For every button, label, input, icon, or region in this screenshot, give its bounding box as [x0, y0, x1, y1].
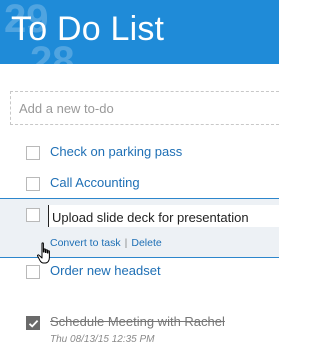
todo-item-completed[interactable]: Schedule Meeting with Rachel Thu 08/13/1…: [0, 312, 279, 350]
todo-item[interactable]: Check on parking pass: [0, 141, 279, 165]
todo-label[interactable]: Order new headset: [50, 263, 161, 278]
app-header: 29 28 To Do List: [0, 0, 279, 64]
todo-checkbox-checked[interactable]: [26, 316, 40, 330]
todo-edit-input[interactable]: [48, 205, 279, 227]
completed-timestamp: Thu 08/13/15 12:35 PM: [50, 334, 155, 345]
check-icon: [28, 319, 39, 328]
todo-label[interactable]: Check on parking pass: [50, 144, 182, 159]
add-todo-input[interactable]: [10, 91, 279, 125]
page-title: To Do List: [11, 10, 165, 48]
todo-checkbox[interactable]: [26, 146, 40, 160]
todo-actions: Convert to task | Delete: [50, 237, 162, 249]
todo-checkbox[interactable]: [26, 177, 40, 191]
todo-checkbox[interactable]: [26, 265, 40, 279]
action-separator: |: [124, 237, 128, 249]
todo-checkbox[interactable]: [26, 208, 40, 222]
todo-item[interactable]: Order new headset: [0, 262, 279, 286]
delete-link[interactable]: Delete: [131, 237, 161, 249]
convert-to-task-link[interactable]: Convert to task: [50, 237, 121, 249]
todo-label[interactable]: Schedule Meeting with Rachel: [50, 314, 225, 329]
todo-item[interactable]: Call Accounting: [0, 172, 279, 196]
todo-label[interactable]: Call Accounting: [50, 175, 140, 190]
todo-item-selected[interactable]: Convert to task|Delete: [0, 198, 279, 258]
